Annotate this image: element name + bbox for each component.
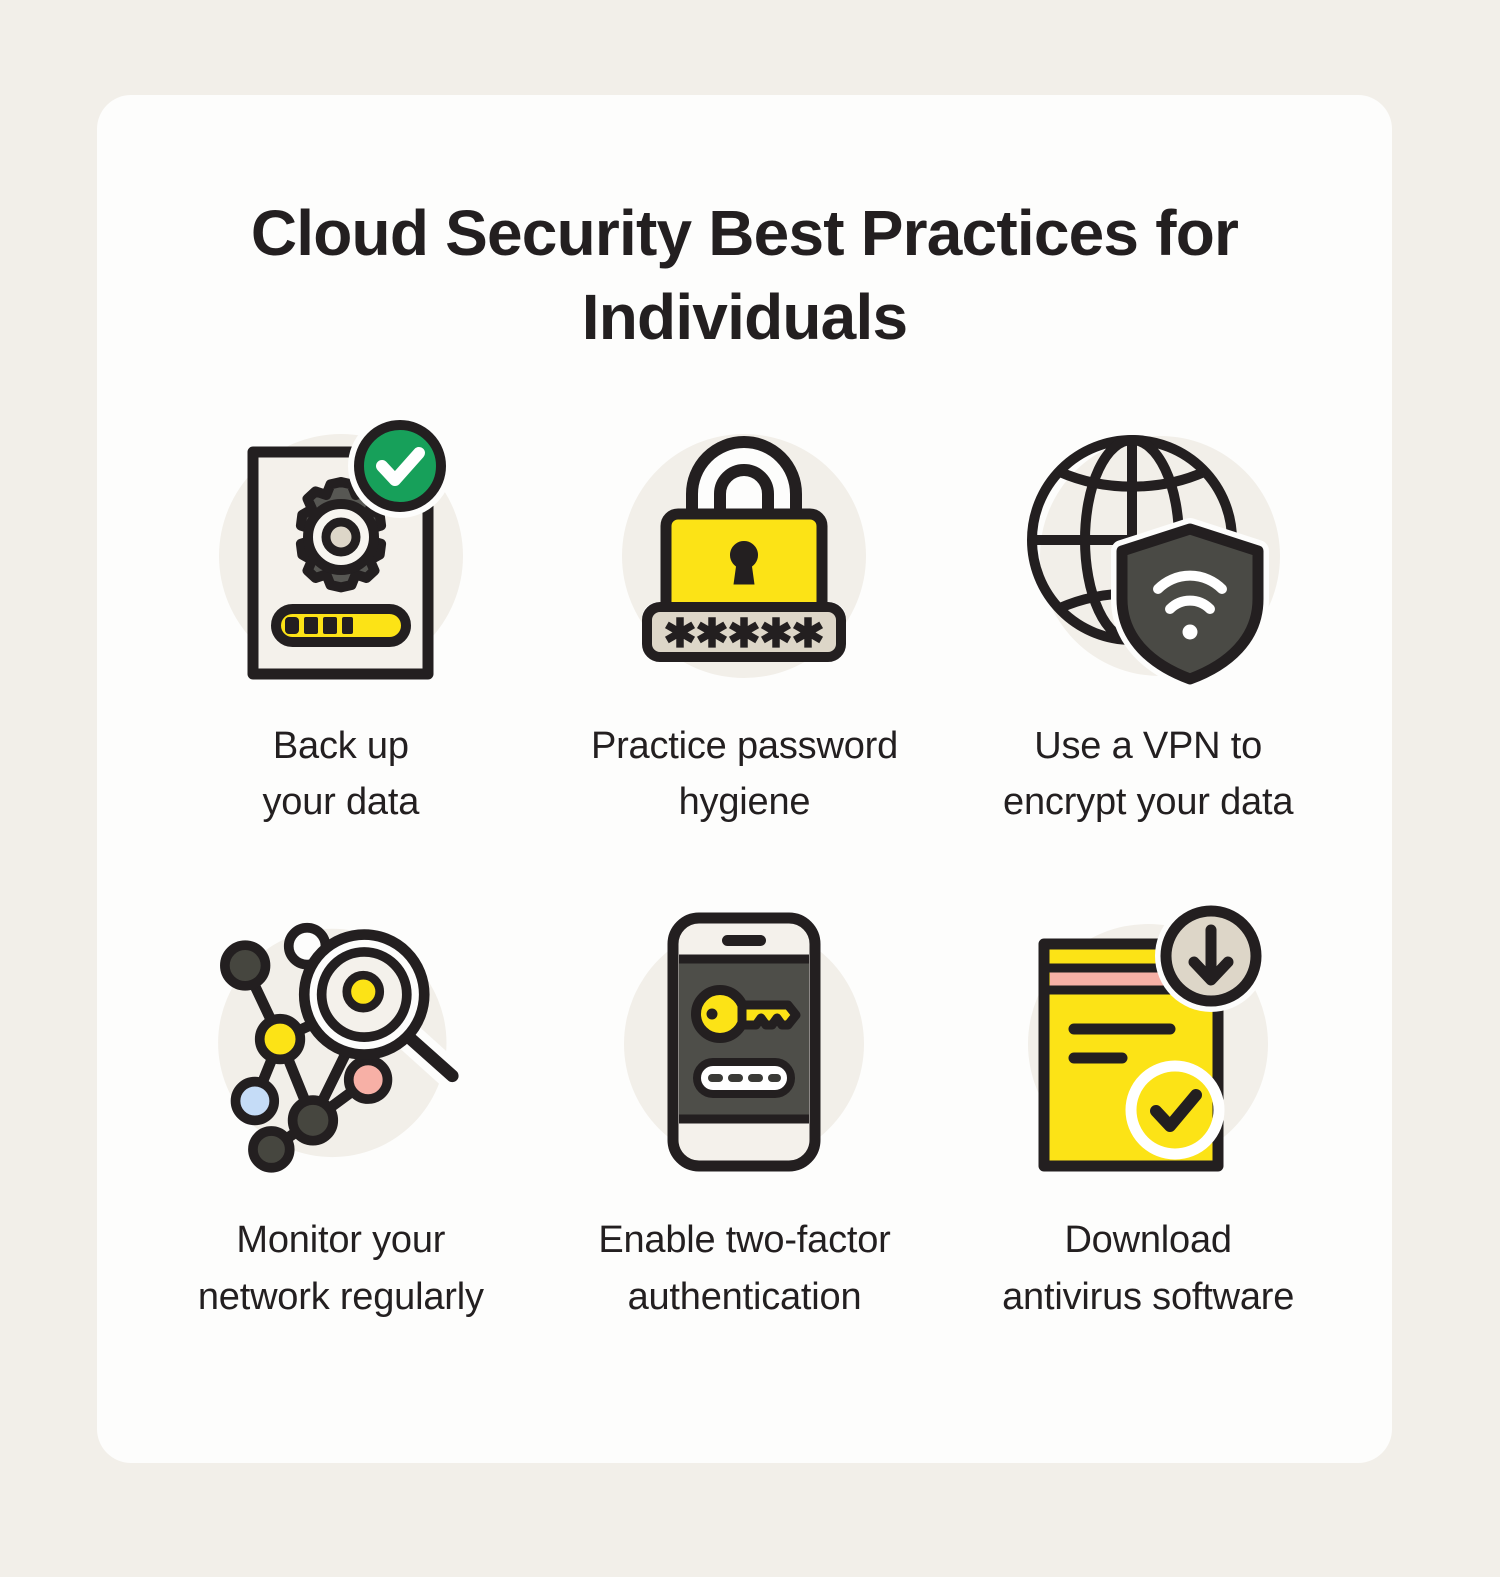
svg-text:✱: ✱ — [728, 612, 762, 656]
smartphone-key-passcode-icon — [594, 886, 894, 1196]
svg-text:✱: ✱ — [760, 612, 794, 656]
practices-grid: Back up your data ✱ ✱ ✱ ✱ ✱ Practice pas… — [97, 360, 1392, 1325]
practice-card-enable-two-factor-authentication: Enable two-factor authentication — [543, 886, 947, 1324]
practice-card-back-up-your-data: Back up your data — [139, 404, 543, 830]
practice-caption: Practice password hygiene — [590, 724, 899, 824]
smartphone-key-passcode-illustration — [624, 912, 865, 1172]
svg-text:✱: ✱ — [696, 612, 730, 656]
padlock-password-icon: ✱ ✱ ✱ ✱ ✱ — [594, 404, 894, 704]
practice-card-monitor-your-network-regularly: Monitor your network regularly — [139, 886, 543, 1324]
network-graph-magnifier-icon — [191, 886, 491, 1196]
infographic-page: Cloud Security Best Practices for Indivi… — [0, 0, 1500, 1577]
practice-caption: Use a VPN to encrypt your data — [1003, 724, 1294, 824]
network-graph-magnifier-illustration — [217, 923, 469, 1174]
svg-text:✱: ✱ — [664, 612, 698, 656]
globe-shield-wifi-icon — [998, 404, 1298, 704]
document-gear-checkmark-illustration — [218, 413, 463, 680]
svg-text:✱: ✱ — [792, 612, 826, 656]
practice-card-download-antivirus-software: Download antivirus software — [946, 886, 1350, 1324]
practice-card-practice-password-hygiene: ✱ ✱ ✱ ✱ ✱ Practice password hygiene — [543, 404, 947, 830]
globe-shield-wifi-illustration — [1027, 434, 1281, 690]
document-download-check-icon — [998, 886, 1298, 1196]
password-mask: ✱ ✱ ✱ ✱ ✱ — [664, 612, 826, 656]
practice-card-use-a-vpn-to-encrypt-your-data: Use a VPN to encrypt your data — [946, 404, 1350, 830]
practice-caption: Monitor your network regularly — [197, 1219, 484, 1318]
practice-caption: Back up your data — [262, 724, 420, 824]
document-gear-checkmark-icon — [191, 404, 491, 704]
document-download-check-illustration — [1028, 900, 1269, 1172]
page-title: Cloud Security Best Practices for Indivi… — [97, 95, 1392, 360]
padlock-password-illustration: ✱ ✱ ✱ ✱ ✱ — [622, 433, 867, 678]
infographic-card: Cloud Security Best Practices for Indivi… — [97, 95, 1392, 1463]
practice-caption: Enable two-factor authentication — [598, 1219, 891, 1318]
title-line-1: Cloud Security Best Practices — [250, 197, 1139, 269]
practice-caption: Download antivirus software — [1002, 1219, 1295, 1318]
